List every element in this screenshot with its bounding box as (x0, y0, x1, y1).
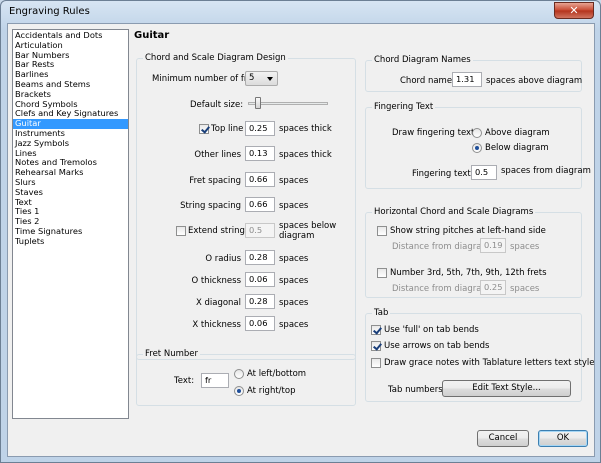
string-spacing-label: String spacing (180, 201, 241, 211)
tab-group-title: Tab (372, 308, 391, 318)
x-thickness-unit: spaces (279, 320, 309, 330)
other-lines-unit: spaces thick (279, 150, 332, 160)
close-icon: ✕ (569, 4, 579, 17)
at-left-bottom-radio[interactable] (234, 369, 244, 379)
fret-number-text-label: Text: (174, 376, 195, 386)
top-line-label: Top line (211, 124, 244, 134)
fret-number-group: Fret Number (136, 349, 356, 406)
close-button[interactable]: ✕ (554, 2, 594, 19)
at-right-top-radio[interactable] (234, 386, 244, 396)
top-line-checkbox[interactable] (199, 124, 209, 134)
min-frets-value: 5 (249, 73, 255, 83)
o-radius-label: O radius (205, 254, 241, 264)
fingering-group-title: Fingering Text (372, 102, 436, 112)
min-frets-select[interactable]: 5 (245, 71, 278, 86)
distance-from-diagram-unit-2: spaces (510, 284, 540, 294)
show-string-pitches-checkbox[interactable] (377, 226, 387, 236)
grace-notes-checkbox[interactable] (371, 358, 381, 368)
above-diagram-radio[interactable] (472, 128, 482, 138)
horizontal-group-title: Horizontal Chord and Scale Diagrams (372, 207, 536, 217)
chord-name-input[interactable]: 1.31 (452, 72, 482, 87)
chord-names-group-title: Chord Diagram Names (372, 55, 473, 65)
fret-spacing-label: Fret spacing (189, 176, 241, 186)
x-thickness-label: X thickness (192, 320, 241, 330)
distance-from-diagram-label: Distance from diagram: (392, 242, 493, 252)
tab-numbers-label: Tab numbers: (388, 385, 446, 395)
other-lines-input[interactable]: 0.13 (245, 146, 275, 161)
x-diagonal-input[interactable]: 0.28 (245, 294, 275, 309)
ok-button[interactable]: OK (538, 430, 588, 447)
category-item-tuplets[interactable]: Tuplets (13, 236, 128, 247)
top-line-unit: spaces thick (279, 124, 332, 134)
top-line-input[interactable]: 0.25 (245, 121, 275, 136)
distance-from-diagram-input[interactable]: 0.19 (480, 238, 506, 253)
extend-strings-input[interactable]: 0.5 (245, 223, 275, 238)
o-thickness-unit: spaces (279, 276, 309, 286)
page-title: Guitar (134, 30, 170, 41)
use-arrows-checkbox[interactable] (371, 341, 381, 351)
category-list[interactable]: Accidentals and Dots Articulation Bar Numb… (12, 29, 129, 419)
extend-strings-unit-2: diagram (279, 231, 315, 241)
use-arrows-label: Use arrows on tab bends (384, 341, 490, 351)
fingering-text-label: Fingering text: (412, 169, 474, 179)
x-diagonal-unit: spaces (279, 298, 309, 308)
above-diagram-label: Above diagram (485, 128, 550, 138)
dialog-client: Accidentals and Dots Articulation Bar Numb… (7, 23, 595, 457)
chord-name-label: Chord name: (400, 76, 455, 86)
o-radius-unit: spaces (279, 254, 309, 264)
grace-notes-label: Draw grace notes with Tablature letters … (384, 358, 595, 368)
number-frets-checkbox[interactable] (377, 268, 387, 278)
fingering-text-unit: spaces from diagram (501, 166, 591, 176)
window-title: Engraving Rules (9, 6, 90, 17)
o-radius-input[interactable]: 0.28 (245, 250, 275, 265)
number-frets-label: Number 3rd, 5th, 7th, 9th, 12th frets (390, 268, 547, 278)
extend-strings-checkbox[interactable] (176, 226, 186, 236)
chevron-down-icon (267, 77, 273, 81)
title-bar: Engraving Rules ✕ (1, 1, 600, 23)
o-thickness-label: O thickness (191, 276, 241, 286)
at-left-bottom-label: At left/bottom (247, 369, 307, 379)
fret-spacing-unit: spaces (279, 176, 309, 186)
string-spacing-input[interactable]: 0.66 (245, 197, 275, 212)
fret-number-group-title: Fret Number (143, 349, 200, 359)
distance-from-diagram-unit: spaces (510, 242, 540, 252)
chord-scale-group-title: Chord and Scale Diagram Design (143, 53, 288, 63)
extend-strings-unit: spaces below (279, 221, 337, 231)
default-size-label: Default size: (190, 100, 244, 110)
use-full-checkbox[interactable] (371, 325, 381, 335)
use-full-label: Use 'full' on tab bends (384, 325, 479, 335)
x-thickness-input[interactable]: 0.06 (245, 316, 275, 331)
distance-from-diagram-label-2: Distance from diagram: (392, 284, 493, 294)
o-thickness-input[interactable]: 0.06 (245, 272, 275, 287)
engraving-rules-window: Engraving Rules ✕ Accidentals and Dots Ar… (0, 0, 601, 463)
other-lines-label: Other lines (194, 150, 241, 160)
x-diagonal-label: X diagonal (195, 298, 241, 308)
chord-name-unit: spaces above diagram (486, 76, 583, 86)
default-size-slider-thumb[interactable] (255, 97, 262, 109)
at-right-top-label: At right/top (247, 386, 296, 396)
show-string-pitches-label: Show string pitches at left-hand side (390, 226, 546, 236)
below-diagram-label: Below diagram (485, 143, 549, 153)
string-spacing-unit: spaces (279, 201, 309, 211)
fret-spacing-input[interactable]: 0.66 (245, 172, 275, 187)
distance-from-diagram-input-2[interactable]: 0.25 (480, 280, 506, 295)
draw-fingering-label: Draw fingering text: (392, 128, 478, 138)
fret-number-text-input[interactable]: fr (201, 373, 229, 388)
fingering-text-input[interactable]: 0.5 (471, 165, 497, 180)
edit-text-style-button[interactable]: Edit Text Style... (442, 380, 571, 397)
extend-strings-label: Extend strings (188, 226, 250, 236)
below-diagram-radio[interactable] (472, 143, 482, 153)
cancel-button[interactable]: Cancel (477, 430, 529, 447)
